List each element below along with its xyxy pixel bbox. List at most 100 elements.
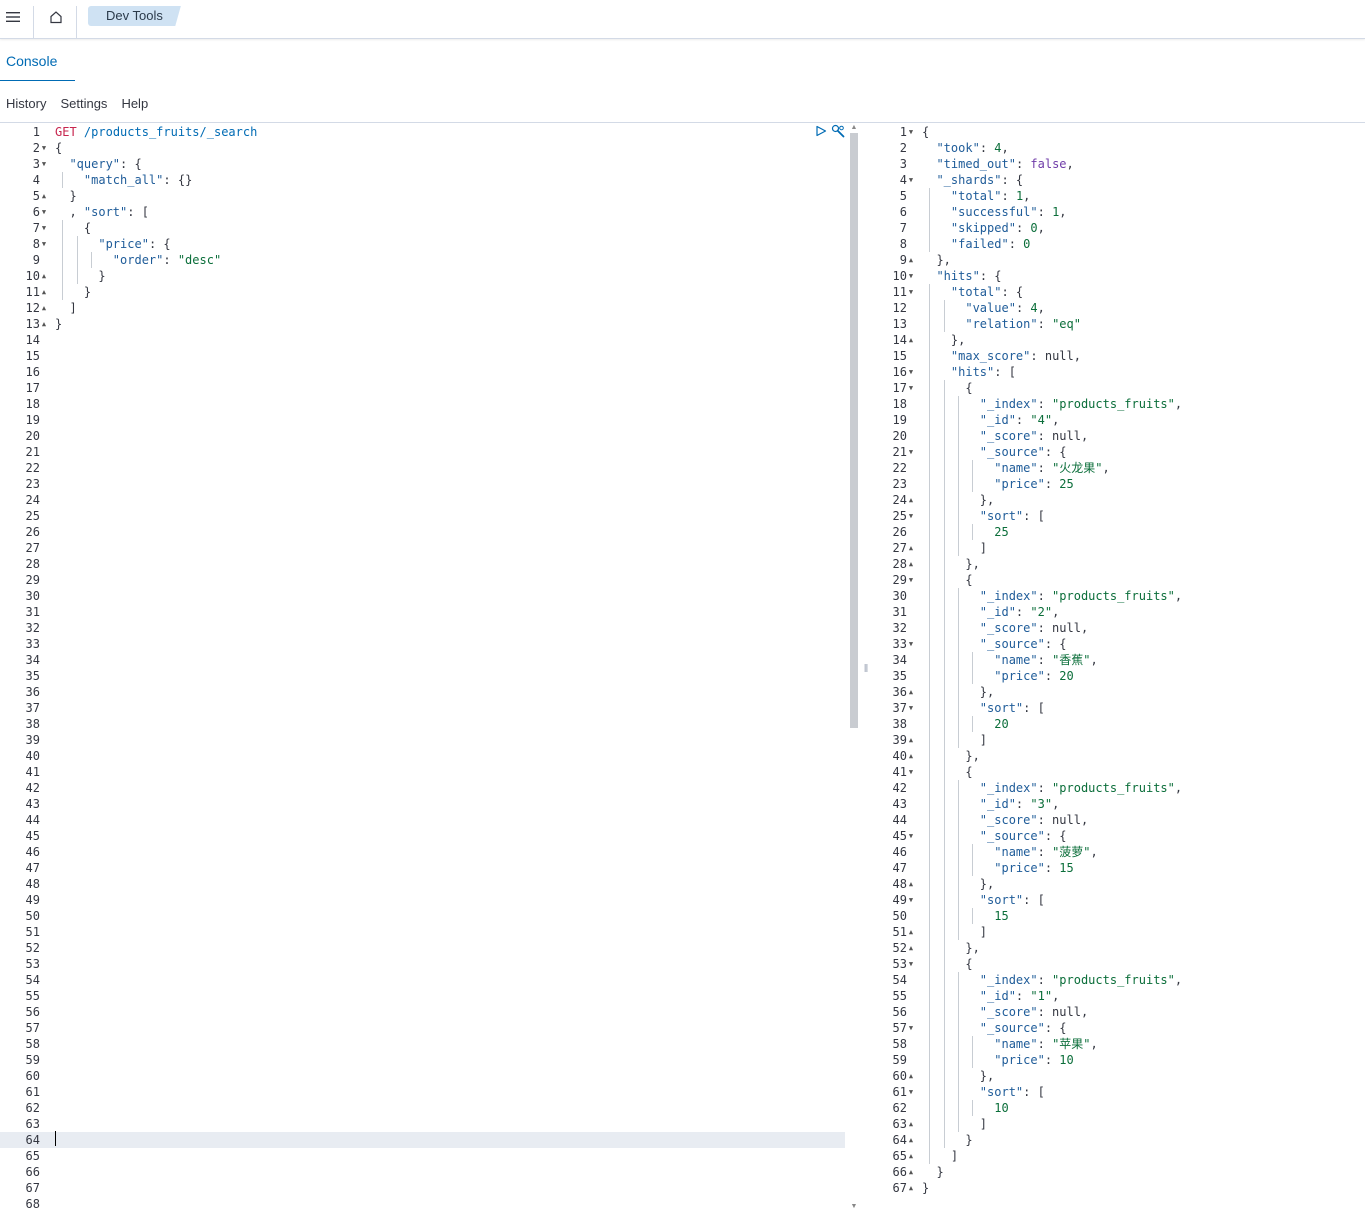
line-number: 8 [899,237,907,251]
fold-collapse-icon[interactable]: ▼ [907,572,915,588]
response-viewer[interactable]: 1 ▼ 2 3 4 ▼ 5 6 7 8 9 ▲ 10 ▼ 11 ▼ 12 13 14 ▲ 15 16 ▼ 17 ▼ 18 19 20 2… [873,123,1365,1213]
settings-link[interactable]: Settings [60,96,107,116]
fold-collapse-icon[interactable]: ▼ [907,956,915,972]
code-token-key: "_score" [979,813,1038,827]
fold-collapse-icon[interactable]: ▼ [40,220,48,236]
scroll-up-arrow-icon[interactable]: ▲ [850,124,858,132]
line-number: 60 [25,1069,40,1083]
code-token-url: /products_fruits/_search [83,125,258,139]
home-button[interactable] [36,0,76,33]
fold-collapse-icon[interactable]: ▼ [907,284,915,300]
fold-collapse-icon[interactable]: ▼ [907,1020,915,1036]
fold-expand-icon[interactable]: ▲ [907,540,915,556]
fold-expand-icon[interactable]: ▲ [907,1132,915,1148]
line-number: 31 [25,605,40,619]
code-token-punct: : [1015,797,1031,811]
code-line: "_index": "products_fruits", [922,396,1182,412]
scroll-down-arrow-icon[interactable]: ▼ [850,1203,858,1211]
fold-expand-icon[interactable]: ▲ [907,940,915,956]
fold-expand-icon[interactable]: ▲ [907,748,915,764]
code-token-punct [922,1005,980,1019]
fold-collapse-icon[interactable]: ▼ [907,636,915,652]
fold-expand-icon[interactable]: ▲ [40,188,48,204]
fold-collapse-icon[interactable]: ▼ [907,380,915,396]
line-number: 19 [25,413,40,427]
response-gutter: 1 ▼ 2 3 4 ▼ 5 6 7 8 9 ▲ 10 ▼ 11 ▼ 12 13 14 ▲ 15 16 ▼ 17 ▼ 18 19 20 2… [873,123,919,1213]
fold-expand-icon[interactable]: ▲ [907,876,915,892]
fold-expand-icon[interactable]: ▲ [907,1116,915,1132]
fold-expand-icon[interactable]: ▲ [907,332,915,348]
line-number: 53 [25,957,40,971]
tab-console[interactable]: Console [0,50,75,81]
fold-expand-icon[interactable]: ▲ [907,1164,915,1180]
line-number: 66 [892,1165,907,1179]
code-line: ] [922,1148,958,1164]
help-link[interactable]: Help [121,96,148,116]
fold-collapse-icon[interactable]: ▼ [907,508,915,524]
resize-handle-icon[interactable]: ‖ [862,660,870,678]
fold-expand-icon[interactable]: ▲ [40,268,48,284]
code-token-punct [922,397,980,411]
fold-collapse-icon[interactable]: ▼ [40,140,48,156]
request-scrollbar-thumb[interactable] [850,133,858,728]
fold-collapse-icon[interactable]: ▼ [907,364,915,380]
fold-collapse-icon[interactable]: ▼ [40,236,48,252]
fold-expand-icon[interactable]: ▲ [907,684,915,700]
breadcrumb-dev-tools[interactable]: Dev Tools [88,6,181,26]
fold-collapse-icon[interactable]: ▼ [40,156,48,172]
fold-expand-icon[interactable]: ▲ [907,732,915,748]
hamburger-menu-button[interactable] [0,0,26,33]
code-token-punct: : [1037,845,1053,859]
line-number: 67 [25,1181,40,1195]
line-number: 59 [892,1053,907,1067]
indent-guide [76,236,78,284]
play-icon[interactable] [815,125,827,137]
code-token-key: "_id" [979,989,1016,1003]
fold-expand-icon[interactable]: ▲ [40,284,48,300]
code-token-punct [922,157,936,171]
line-number: 61 [25,1085,40,1099]
fold-collapse-icon[interactable]: ▼ [907,828,915,844]
fold-collapse-icon[interactable]: ▼ [40,204,48,220]
code-token-punct [55,157,69,171]
fold-expand-icon[interactable]: ▲ [907,924,915,940]
home-icon [50,10,62,23]
fold-collapse-icon[interactable]: ▼ [907,444,915,460]
fold-expand-icon[interactable]: ▲ [907,556,915,572]
line-number: 43 [892,797,907,811]
code-token-key: "total" [950,189,1002,203]
fold-collapse-icon[interactable]: ▼ [907,172,915,188]
fold-expand-icon[interactable]: ▲ [40,316,48,332]
fold-expand-icon[interactable]: ▲ [907,492,915,508]
line-number: 7 [899,221,907,235]
fold-collapse-icon[interactable]: ▼ [907,700,915,716]
code-token-punct: : [1037,397,1053,411]
code-token-key: "_source" [979,445,1045,459]
fold-expand-icon[interactable]: ▲ [907,252,915,268]
history-link[interactable]: History [6,96,46,116]
fold-expand-icon[interactable]: ▲ [907,1148,915,1164]
line-number: 13 [25,317,40,331]
request-editor[interactable]: 1 2 ▼ 3 ▼ 4 5 ▲ 6 ▼ 7 ▼ 8 ▼ 9 10 ▲ 11 ▲ 12 ▲ 13 ▲ 14 15 16 17 18 19 2… [0,123,860,1213]
code-line: { [55,220,91,236]
code-line: "_score": null, [922,812,1088,828]
indent-guide [972,524,974,540]
fold-collapse-icon[interactable]: ▼ [907,268,915,284]
code-line: }, [922,252,950,268]
fold-collapse-icon[interactable]: ▼ [907,1084,915,1100]
code-token-punct [922,237,951,251]
fold-expand-icon[interactable]: ▲ [907,1068,915,1084]
line-number: 3 [899,157,907,171]
code-token-punct: } [55,189,77,203]
fold-collapse-icon[interactable]: ▼ [907,764,915,780]
wrench-icon[interactable] [831,124,845,138]
fold-expand-icon[interactable]: ▲ [40,300,48,316]
line-number: 34 [892,653,907,667]
text-cursor [55,1131,56,1146]
fold-collapse-icon[interactable]: ▼ [907,892,915,908]
fold-expand-icon[interactable]: ▲ [907,1180,915,1196]
code-token-key: "hits" [936,269,980,283]
line-number: 53 [892,957,907,971]
fold-collapse-icon[interactable]: ▼ [907,124,915,140]
code-token-punct [922,637,980,651]
